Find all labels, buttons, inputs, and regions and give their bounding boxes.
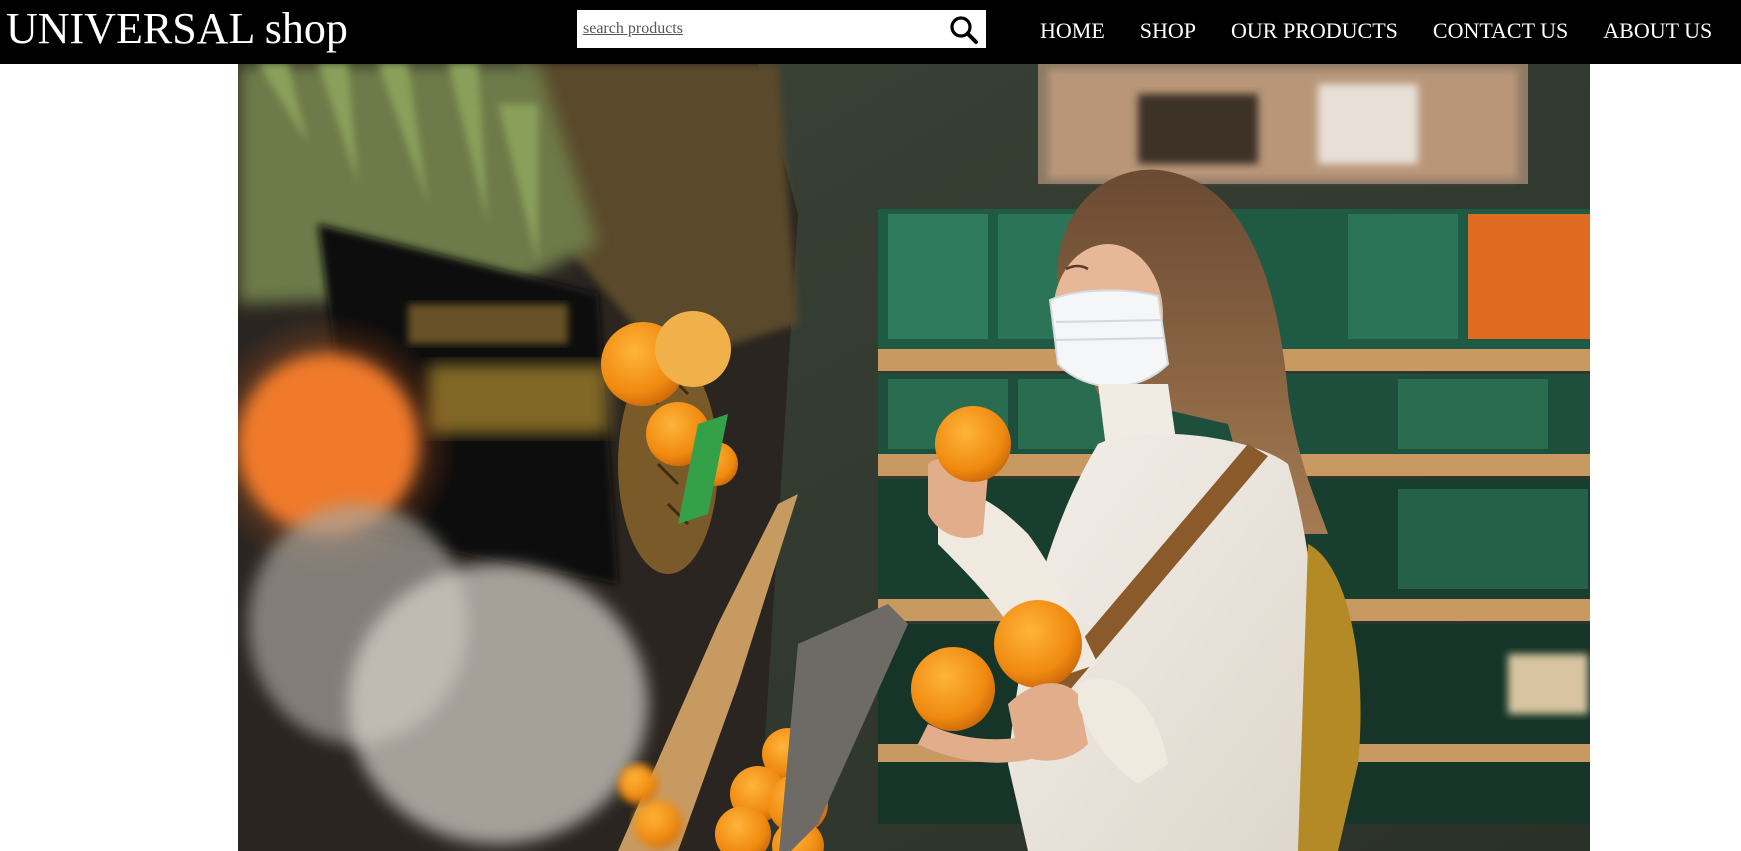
search-button[interactable] bbox=[942, 10, 986, 48]
main-nav: HOME SHOP OUR PRODUCTS CONTACT US ABOUT … bbox=[1040, 16, 1741, 46]
nav-contact-us[interactable]: CONTACT US bbox=[1433, 16, 1568, 46]
nav-our-products[interactable]: OUR PRODUCTS bbox=[1231, 16, 1398, 46]
hero-image bbox=[238, 64, 1590, 851]
search-input[interactable] bbox=[577, 10, 937, 48]
search-bar bbox=[577, 10, 986, 48]
nav-home[interactable]: HOME bbox=[1040, 16, 1105, 46]
grocery-photo bbox=[238, 64, 1590, 851]
nav-about-us[interactable]: ABOUT US bbox=[1603, 16, 1712, 46]
site-logo[interactable]: UNIVERSAL shop bbox=[6, 4, 348, 54]
search-icon bbox=[950, 16, 978, 44]
top-navbar: UNIVERSAL shop HOME SHOP OUR PRODUCTS CO… bbox=[0, 0, 1741, 64]
nav-shop[interactable]: SHOP bbox=[1140, 16, 1196, 46]
